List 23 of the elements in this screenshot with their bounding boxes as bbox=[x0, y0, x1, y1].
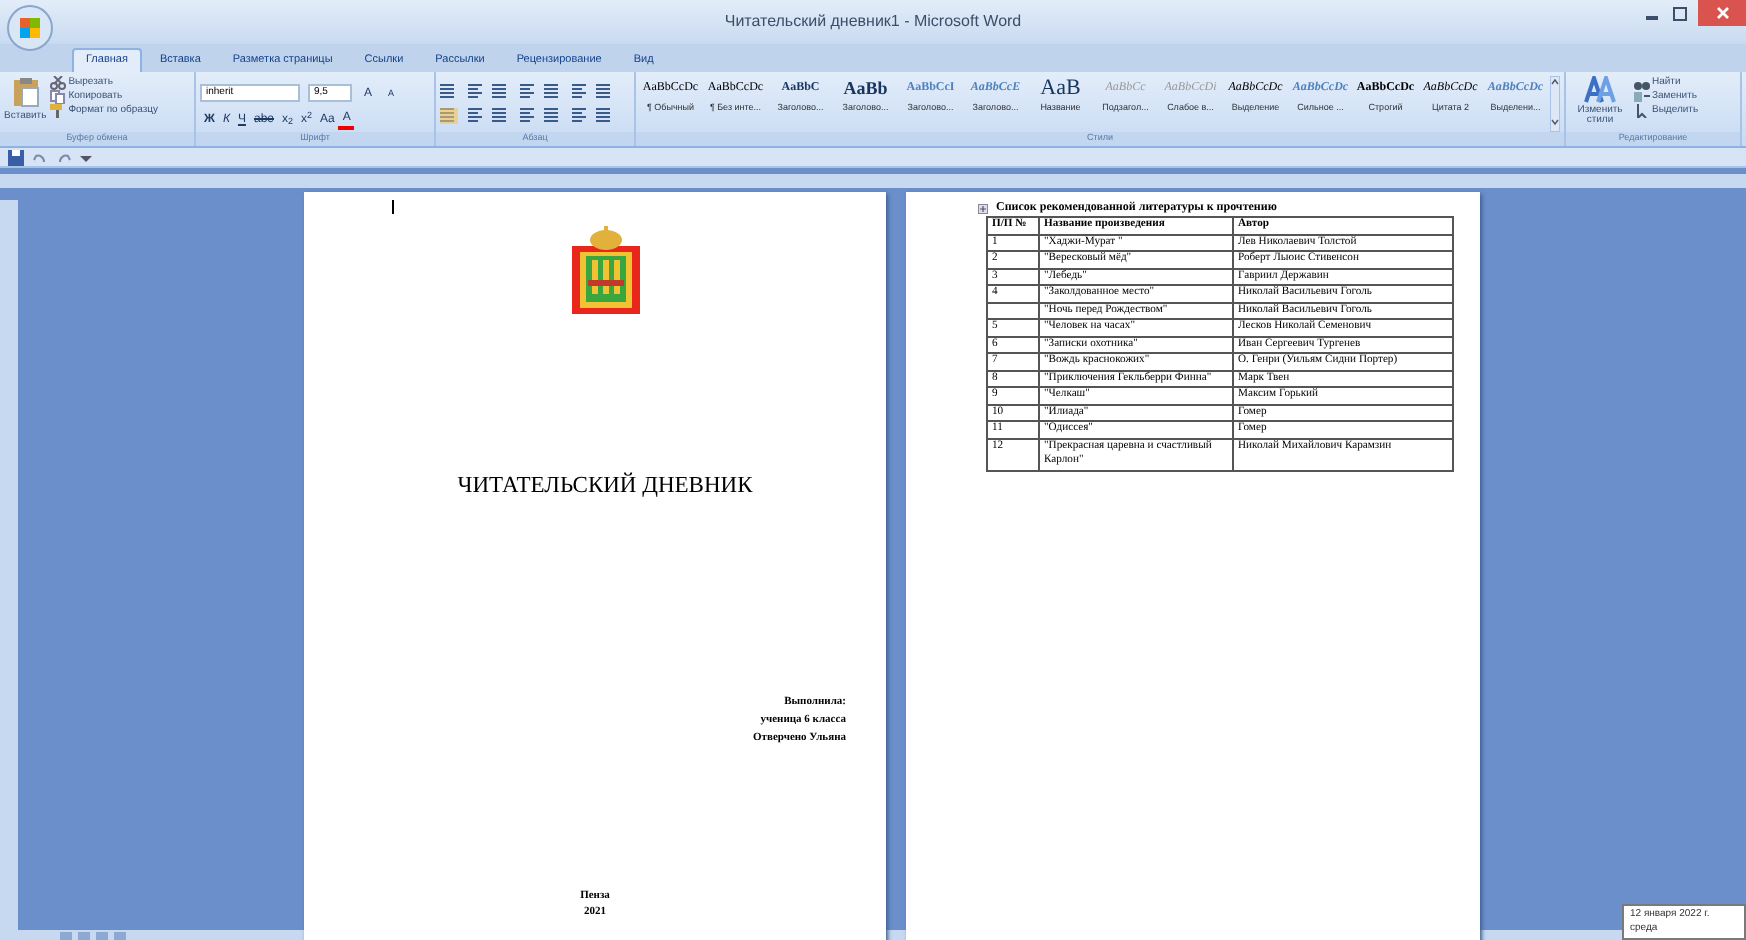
save-icon[interactable] bbox=[8, 149, 24, 165]
replace-icon bbox=[1634, 90, 1650, 104]
maximize-icon[interactable] bbox=[1670, 3, 1690, 23]
clipboard-icon bbox=[11, 76, 40, 108]
text-cursor bbox=[392, 200, 394, 214]
brush-icon bbox=[50, 104, 67, 118]
close-icon bbox=[1715, 6, 1729, 20]
window-title: Читательский дневник1 - Microsoft Word bbox=[724, 10, 1022, 34]
scissors-icon bbox=[50, 76, 67, 90]
table-cell bbox=[987, 302, 1039, 319]
gallery-scroll-icon[interactable] bbox=[1550, 76, 1560, 132]
redo-icon[interactable] bbox=[56, 149, 72, 165]
align-right-icon[interactable] bbox=[492, 108, 510, 124]
undo-icon[interactable] bbox=[32, 149, 48, 165]
coat-of-arms-drawing bbox=[567, 226, 643, 318]
close-button[interactable] bbox=[1698, 0, 1746, 26]
cursor-icon bbox=[1634, 104, 1650, 118]
justify-icon[interactable] bbox=[518, 108, 536, 124]
binoculars-icon bbox=[1634, 76, 1650, 90]
document-title: ЧИТАТЕЛЬСКИЙ ДНЕВНИК bbox=[457, 470, 753, 502]
align-center-icon[interactable] bbox=[466, 108, 484, 124]
table-move-handle-icon[interactable] bbox=[978, 203, 988, 213]
change-styles-icon bbox=[1584, 76, 1616, 104]
